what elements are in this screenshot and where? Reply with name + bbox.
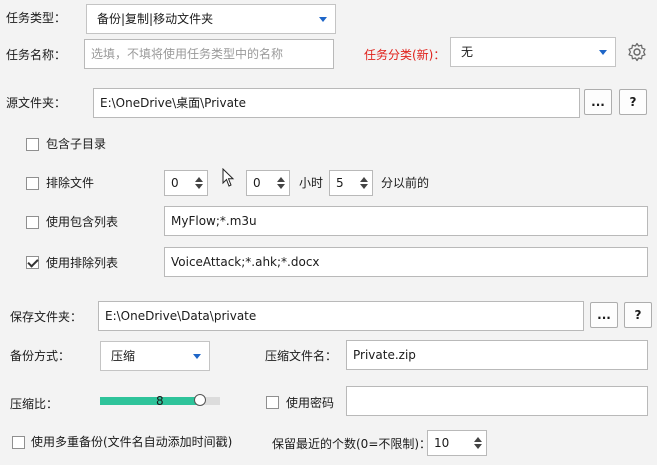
minutes-label: 分以前的 xyxy=(381,176,430,190)
compression-label: 压缩比： xyxy=(10,397,59,411)
source-path-input[interactable]: E:\OneDrive\桌面\Private xyxy=(93,88,580,118)
keep-recent-label: 保留最近的个数(0=不限制)： xyxy=(272,437,432,451)
include-list-value: MyFlow;*.m3u xyxy=(171,214,257,228)
exclude-spin-2-value: 0 xyxy=(253,176,261,190)
save-folder-input[interactable]: E:\OneDrive\Data\private xyxy=(98,301,584,331)
save-browse-button[interactable]: ... xyxy=(590,302,618,328)
mouse-cursor-icon xyxy=(222,168,235,187)
include-list-label: 使用包含列表 xyxy=(46,215,119,229)
zip-name-input[interactable]: Private.zip xyxy=(346,340,648,370)
spin-down-icon[interactable] xyxy=(360,184,368,189)
exclude-list-checkbox[interactable] xyxy=(26,256,39,269)
exclude-list-value: VoiceAttack;*.ahk;*.docx xyxy=(171,255,320,269)
exclude-files-checkbox[interactable] xyxy=(26,177,39,190)
include-list-input[interactable]: MyFlow;*.m3u xyxy=(164,206,648,236)
hours-label: 小时 xyxy=(299,176,324,190)
exclude-list-label: 使用排除列表 xyxy=(46,256,119,270)
exclude-spin-2[interactable]: 0 xyxy=(246,170,290,196)
exclude-list-input[interactable]: VoiceAttack;*.ahk;*.docx xyxy=(164,247,648,277)
task-category-select[interactable]: 无 xyxy=(450,37,616,67)
chevron-down-icon xyxy=(599,50,607,55)
spin-up-icon[interactable] xyxy=(360,177,368,182)
spin-up-icon[interactable] xyxy=(277,177,285,182)
use-password-label: 使用密码 xyxy=(286,396,335,410)
spin-down-icon[interactable] xyxy=(474,444,482,449)
include-subdirs-label: 包含子目录 xyxy=(46,137,107,151)
source-path-value: E:\OneDrive\桌面\Private xyxy=(100,96,247,110)
compression-value: 8 xyxy=(156,394,164,408)
save-help-button[interactable]: ? xyxy=(624,302,652,328)
multi-backup-label: 使用多重备份(文件名自动添加时间戳) xyxy=(31,435,233,449)
chevron-down-icon xyxy=(193,354,201,359)
exclude-spin-1-value: 0 xyxy=(171,176,179,190)
task-type-select[interactable]: 备份|复制|移动文件夹 xyxy=(86,4,336,34)
task-category-label: 任务分类(新)： xyxy=(364,48,446,62)
exclude-files-label: 排除文件 xyxy=(46,176,95,190)
task-name-label: 任务名称： xyxy=(6,48,67,62)
task-category-value: 无 xyxy=(461,45,474,59)
spin-down-icon[interactable] xyxy=(195,184,203,189)
task-type-label: 任务类型： xyxy=(6,11,67,25)
multi-backup-checkbox[interactable] xyxy=(12,436,25,449)
save-folder-label: 保存文件夹： xyxy=(10,310,83,324)
include-subdirs-checkbox[interactable] xyxy=(26,138,39,151)
task-type-value: 备份|复制|移动文件夹 xyxy=(97,12,214,26)
compression-slider-fill xyxy=(100,397,202,405)
backup-mode-label: 备份方式： xyxy=(10,349,71,363)
source-browse-button[interactable]: ... xyxy=(584,89,612,115)
backup-mode-select[interactable]: 压缩 xyxy=(100,341,210,371)
zip-name-value: Private.zip xyxy=(353,348,416,362)
zip-name-label: 压缩文件名： xyxy=(265,349,338,363)
include-list-checkbox[interactable] xyxy=(26,216,39,229)
task-name-placeholder: 选填，不填将使用任务类型中的名称 xyxy=(91,47,284,61)
spin-up-icon[interactable] xyxy=(195,177,203,182)
use-password-checkbox[interactable] xyxy=(266,396,279,409)
keep-recent-value: 10 xyxy=(434,436,450,450)
save-folder-value: E:\OneDrive\Data\private xyxy=(105,309,257,323)
spin-down-icon[interactable] xyxy=(277,184,285,189)
chevron-down-icon xyxy=(319,17,327,22)
exclude-spin-1[interactable]: 0 xyxy=(164,170,208,196)
compression-slider[interactable]: 8 xyxy=(100,394,220,408)
spin-up-icon[interactable] xyxy=(474,437,482,442)
exclude-spin-3-value: 5 xyxy=(336,176,344,190)
backup-mode-value: 压缩 xyxy=(111,349,136,363)
compression-slider-thumb[interactable] xyxy=(194,394,206,406)
source-label: 源文件夹： xyxy=(6,96,67,110)
source-help-button[interactable]: ? xyxy=(619,89,647,115)
gear-icon[interactable] xyxy=(627,42,647,62)
exclude-spin-3[interactable]: 5 xyxy=(329,170,373,196)
password-input[interactable] xyxy=(346,386,648,416)
keep-recent-spin[interactable]: 10 xyxy=(427,430,487,456)
task-name-input[interactable]: 选填，不填将使用任务类型中的名称 xyxy=(84,39,334,69)
